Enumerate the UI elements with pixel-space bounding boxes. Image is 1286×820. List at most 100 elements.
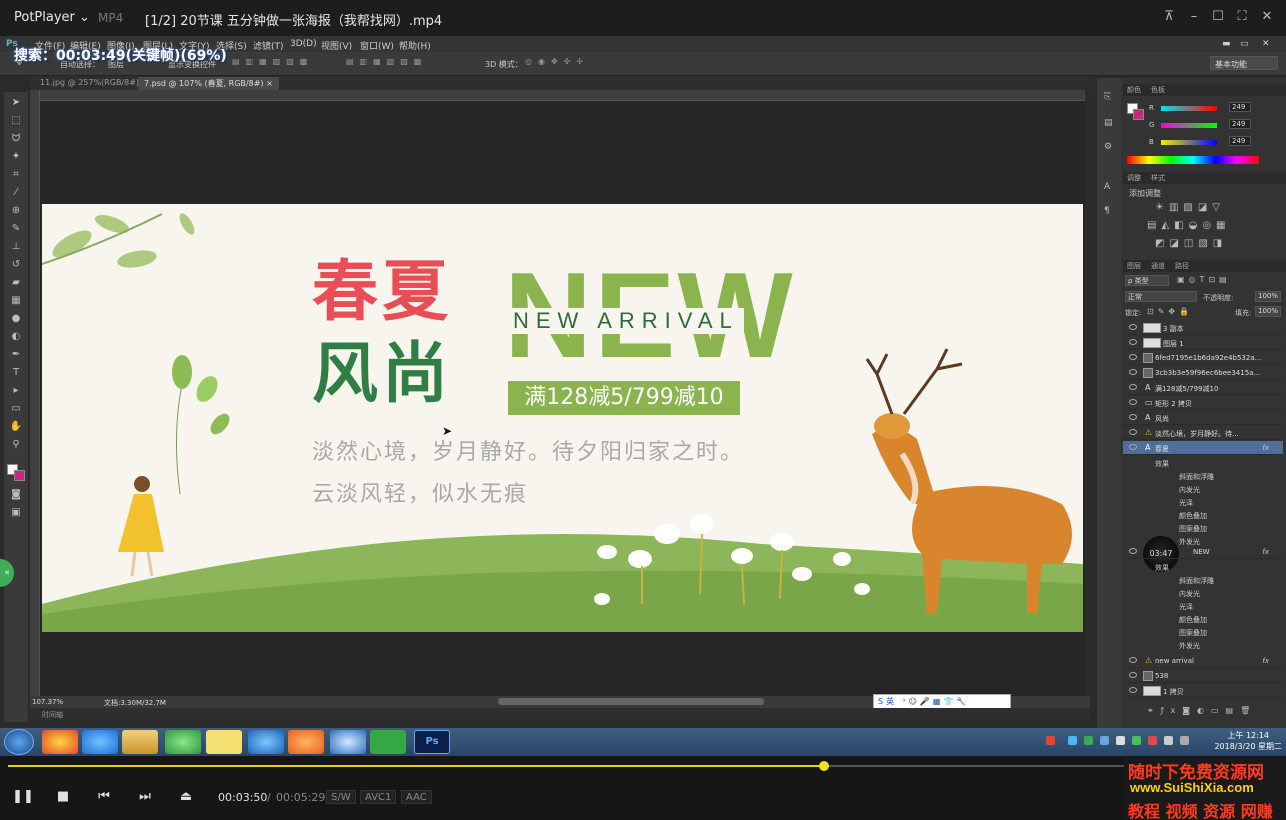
tray-sogou-icon[interactable] [1046, 736, 1055, 745]
layer-filter-select[interactable]: ρ 类型 [1125, 275, 1169, 286]
pause-icon[interactable]: ❚❚ [5, 786, 41, 808]
visibility-eye-icon[interactable] [1129, 369, 1137, 375]
effect-color-overlay[interactable]: 颜色叠加 [1179, 511, 1207, 521]
layer-row[interactable]: A 满128减5/799减10 [1123, 381, 1283, 395]
effect-outer-glow[interactable]: 外发光 [1179, 641, 1200, 651]
effect-inner-glow[interactable]: 内发光 [1179, 485, 1200, 495]
next-icon[interactable]: ⏭ [127, 786, 163, 808]
adjustment-icons-row-3[interactable]: ◩◪◫▧◨ [1155, 238, 1227, 249]
dodge-tool-icon[interactable]: ◐ [8, 330, 24, 344]
hand-tool-icon[interactable]: ✋ [8, 420, 24, 434]
layer-row[interactable]: 538 [1123, 669, 1283, 683]
ime-toolbar[interactable]: S英 ᵓ☺🎤▦👕🔧 [873, 694, 1011, 709]
visibility-eye-icon[interactable] [1129, 672, 1137, 678]
adjustment-icons-row-2[interactable]: ▤◭◧◒◎▦ [1147, 220, 1231, 231]
effect-bevel[interactable]: 斜面和浮雕 [1179, 576, 1214, 586]
color-b-input[interactable]: 249 [1229, 136, 1251, 146]
tray-icon[interactable] [1068, 736, 1077, 745]
ps-close-icon[interactable]: ✕ [1262, 39, 1270, 49]
previous-icon[interactable]: ⏮ [86, 786, 122, 808]
effect-inner-glow[interactable]: 内发光 [1179, 589, 1200, 599]
visibility-eye-icon[interactable] [1129, 657, 1137, 663]
tab-channels[interactable]: 通道 [1151, 261, 1165, 271]
layer-row-selected[interactable]: A 春夏 fx [1123, 441, 1283, 455]
healing-brush-icon[interactable]: ⊕ [8, 204, 24, 218]
history-brush-icon[interactable]: ↺ [8, 258, 24, 272]
layer-row[interactable]: 1 拷贝 [1123, 684, 1283, 698]
opacity-input[interactable]: 100% [1255, 291, 1281, 302]
screen-mode-icon[interactable]: ▣ [8, 506, 24, 520]
blur-tool-icon[interactable]: ● [8, 312, 24, 326]
badge-audio-codec[interactable]: AAC [401, 790, 432, 804]
history-panel-icon[interactable]: ⎘ [1104, 92, 1111, 102]
lasso-tool-icon[interactable]: ᗢ [8, 132, 24, 146]
3d-mode-icons[interactable]: ◎◉✥✣✢ [525, 57, 589, 66]
character-panel-icon[interactable]: A [1104, 182, 1110, 192]
eyedropper-icon[interactable]: ⁄ [8, 186, 24, 200]
color-r-slider[interactable] [1161, 106, 1217, 111]
tab-paths[interactable]: 路径 [1175, 261, 1189, 271]
fx-badge[interactable]: fx [1262, 444, 1269, 452]
visibility-eye-icon[interactable] [1129, 444, 1137, 450]
effect-satin[interactable]: 光泽 [1179, 498, 1193, 508]
pen-tool-icon[interactable]: ✒ [8, 348, 24, 362]
layer-filter-icons[interactable]: ▣◎T⊡▤ [1177, 275, 1231, 284]
visibility-eye-icon[interactable] [1129, 687, 1137, 693]
tray-icon[interactable] [1148, 736, 1157, 745]
app-orange-icon[interactable] [288, 730, 324, 754]
close-icon[interactable]: × [266, 79, 273, 88]
ie-browser-icon[interactable] [82, 730, 118, 754]
taskbar-clock[interactable]: 上午 12:14 2018/3/20 星期二 [1214, 730, 1282, 752]
tab-adjustments[interactable]: 调整 [1127, 173, 1141, 183]
close-icon[interactable]: ✕ [1258, 8, 1276, 26]
menu-view[interactable]: 视图(V) [321, 39, 352, 52]
color-spectrum[interactable] [1127, 156, 1259, 164]
color-g-input[interactable]: 249 [1229, 119, 1251, 129]
visibility-eye-icon[interactable] [1129, 384, 1137, 390]
color-g-slider[interactable] [1161, 123, 1217, 128]
stamp-tool-icon[interactable]: ⊥ [8, 240, 24, 254]
color-bg-swatch[interactable] [1133, 109, 1144, 120]
shape-tool-icon[interactable]: ▭ [8, 402, 24, 416]
layer-row[interactable]: NEW fx [1123, 545, 1283, 559]
tab-swatches[interactable]: 色板 [1151, 85, 1165, 95]
distribute-icons[interactable]: ▤▥▦▧▨▩ [346, 57, 427, 66]
visibility-eye-icon[interactable] [1129, 354, 1137, 360]
doc-tab-1[interactable]: 11.jpg @ 257%(RGB/8#) × [34, 77, 154, 90]
path-select-icon[interactable]: ▸ [8, 384, 24, 398]
app-green2-icon[interactable] [370, 730, 406, 754]
menu-3d[interactable]: 3D(D) [290, 39, 317, 49]
layer-panel-footer-icons[interactable]: ⚭ƒx◙◐▭▤🗑 [1147, 706, 1257, 715]
menu-help[interactable]: 帮助(H) [399, 39, 431, 52]
layer-row[interactable]: ⚠ new arrival fx [1123, 654, 1283, 668]
maximize-icon[interactable]: ☐ [1209, 8, 1227, 26]
paragraph-panel-icon[interactable]: ¶ [1104, 206, 1110, 216]
magic-wand-icon[interactable]: ✦ [8, 150, 24, 164]
gradient-tool-icon[interactable]: ▦ [8, 294, 24, 308]
tray-wechat-icon[interactable] [1132, 736, 1141, 745]
player-menu-button[interactable]: PotPlayer ⌄ [14, 10, 90, 25]
pin-icon[interactable]: ⊼ [1160, 8, 1178, 26]
layer-row[interactable]: ⚠ 淡然心境，岁月静好。待... [1123, 426, 1283, 440]
marquee-tool-icon[interactable]: ⬚ [8, 114, 24, 128]
eraser-tool-icon[interactable]: ▰ [8, 276, 24, 290]
layer-row[interactable]: 6fed7195e1b6da92e4b532a... [1123, 351, 1283, 365]
horizontal-scrollbar[interactable] [498, 698, 764, 705]
effect-color-overlay[interactable]: 颜色叠加 [1179, 615, 1207, 625]
fx-badge[interactable]: fx [1262, 548, 1269, 556]
badge-video-codec[interactable]: AVC1 [360, 790, 397, 804]
visibility-eye-icon[interactable] [1129, 399, 1137, 405]
tab-color[interactable]: 颜色 [1127, 85, 1141, 95]
zoom-level[interactable]: 107.37% [32, 698, 63, 706]
workspace-select[interactable]: 基本功能 [1210, 56, 1278, 70]
actions-panel-icon[interactable]: ▤ [1104, 118, 1113, 128]
app-green-icon[interactable] [165, 730, 201, 754]
background-color-swatch[interactable] [14, 470, 25, 481]
ps-minimize-icon[interactable]: ▬ [1222, 39, 1231, 49]
effect-pattern-overlay[interactable]: 图案叠加 [1179, 524, 1207, 534]
visibility-eye-icon[interactable] [1129, 429, 1137, 435]
app-blue-icon[interactable] [248, 730, 284, 754]
layer-row[interactable]: A 风尚 [1123, 411, 1283, 425]
file-explorer-icon[interactable] [122, 730, 158, 754]
fx-badge[interactable]: fx [1262, 657, 1269, 665]
